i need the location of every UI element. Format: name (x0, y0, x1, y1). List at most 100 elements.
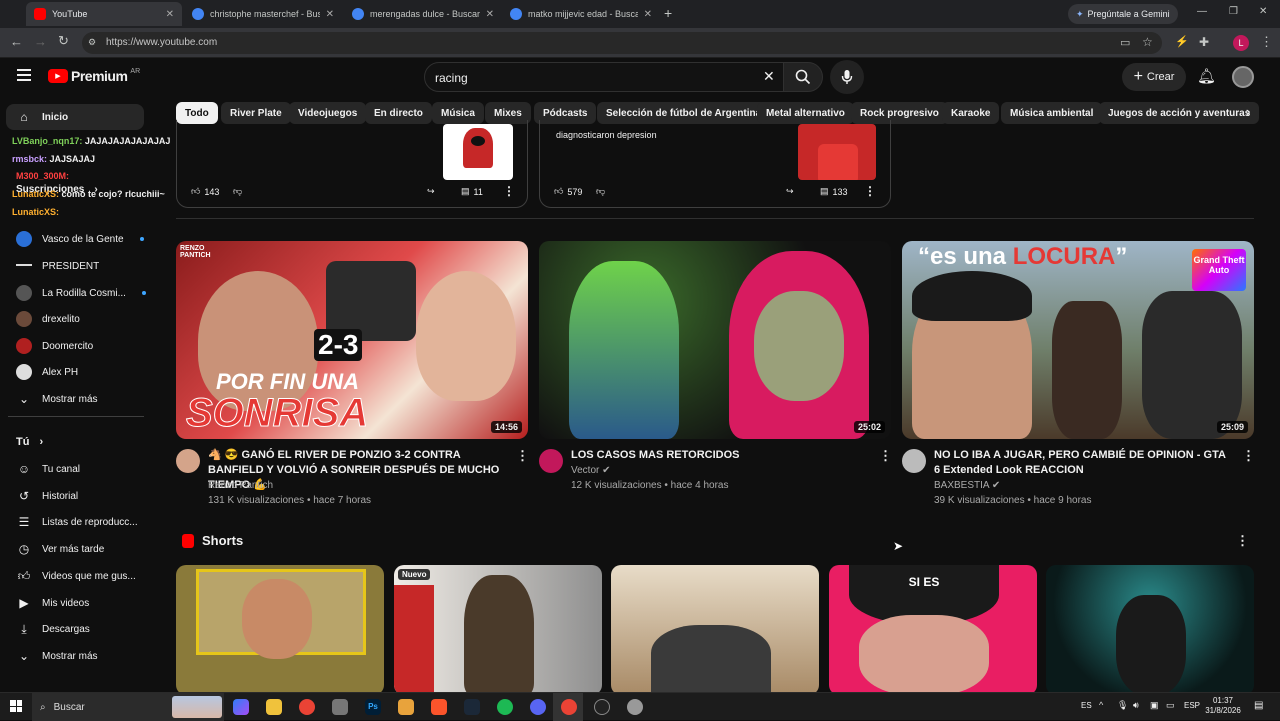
notifications-bell-icon[interactable]: 🔔︎ (1197, 67, 1216, 85)
tab-search-3[interactable]: matko mijjevic edad - Buscar c ✕ (502, 2, 660, 26)
gemini-button[interactable]: ✦ Pregúntale a Gemini (1068, 4, 1178, 24)
sidebar-item-your-channel[interactable]: ☺ Tu canal (16, 459, 80, 479)
sidebar-item-downloads[interactable]: ⤓ Descargas (16, 619, 89, 639)
dislike-button[interactable]: 👎︎ (596, 186, 605, 197)
chip-karaoke[interactable]: Karaoke (942, 102, 1000, 124)
sidebar-show-more-you[interactable]: ⌄ Mostrar más (16, 646, 98, 666)
file-explorer-icon[interactable] (266, 699, 282, 715)
like-button[interactable]: 👍︎ 143 (191, 186, 219, 197)
close-tab-icon[interactable]: ✕ (326, 9, 334, 20)
video-title[interactable]: LOS CASOS MAS RETORCIDOS (571, 448, 867, 463)
browser-menu-icon[interactable]: ⋮ (1260, 34, 1273, 50)
sidebar-item-alex-ph[interactable]: Alex PH (16, 362, 78, 382)
sidebar-show-more-subs[interactable]: ⌄ Mostrar más (16, 389, 98, 409)
sidebar-you-header[interactable]: Tú › (16, 432, 43, 452)
guide-menu-icon[interactable] (17, 69, 31, 81)
chip-musica-ambiental[interactable]: Música ambiental (1001, 102, 1103, 124)
video-channel-row[interactable]: BAXBESTIA ✔ (934, 478, 1000, 493)
channel-avatar[interactable] (539, 449, 563, 473)
video-thumbnail[interactable]: 25:02 (539, 241, 891, 439)
tab-youtube[interactable]: YouTube ✕ (26, 2, 182, 26)
sidebar-item-playlists[interactable]: ☰ Listas de reproducc... (16, 512, 138, 532)
video-thumbnail[interactable]: “es una LOCURA” Grand Theft Auto 25:09 (902, 241, 1254, 439)
extensions-puzzle-icon[interactable]: ✚ (1199, 35, 1209, 49)
discord-icon[interactable] (530, 699, 546, 715)
youtube-logo[interactable]: ▶ Premium AR (48, 68, 140, 84)
obs-icon[interactable] (594, 699, 610, 715)
app-icon[interactable] (627, 699, 643, 715)
video-channel-row[interactable]: Vector ✔ (571, 463, 611, 478)
windows-start-icon[interactable] (10, 700, 22, 712)
video-menu-icon[interactable]: ⋮ (879, 448, 892, 464)
app-icon[interactable] (398, 699, 414, 715)
voice-search-button[interactable] (830, 60, 864, 94)
share-button[interactable]: ↪ (786, 186, 794, 197)
create-button[interactable]: + Crear (1122, 63, 1186, 91)
community-post[interactable]: diagnosticaron depresion 👍︎ 579 👎︎ ↪ ▤ 133… (539, 120, 891, 208)
cast-icon[interactable]: ▭ (1120, 36, 1130, 49)
close-window-icon[interactable]: ✕ (1259, 6, 1267, 17)
tray-chevron-icon[interactable]: ^ (1099, 700, 1103, 710)
network-icon[interactable]: ▣ (1150, 700, 1159, 711)
short-thumbnail[interactable]: Nuevo (394, 565, 602, 692)
channel-avatar[interactable] (902, 449, 926, 473)
like-button[interactable]: 👍︎ 579 (554, 186, 582, 197)
chrome-icon[interactable] (299, 699, 315, 715)
video-thumbnail[interactable]: RENZO PANTICH 2-3 POR FIN UNA SONRISA 14… (176, 241, 528, 439)
restore-icon[interactable]: ❐ (1229, 6, 1238, 17)
close-tab-icon[interactable]: ✕ (166, 9, 174, 20)
copilot-icon[interactable] (233, 699, 249, 715)
comments-button[interactable]: ▤ 11 (461, 186, 483, 197)
video-menu-icon[interactable]: ⋮ (516, 448, 529, 464)
keyboard-layout[interactable]: ESP (1184, 701, 1200, 710)
back-icon[interactable]: ← (10, 34, 23, 49)
site-info-icon[interactable]: ⚙ (88, 37, 96, 48)
short-thumbnail[interactable]: SI ES (829, 565, 1037, 692)
short-thumbnail[interactable] (176, 565, 384, 692)
clear-search-icon[interactable]: ✕ (763, 68, 775, 85)
reload-icon[interactable]: ↻ (58, 33, 69, 49)
account-avatar[interactable] (1232, 66, 1254, 88)
short-thumbnail[interactable] (1046, 565, 1254, 692)
bookmark-star-icon[interactable]: ☆ (1142, 35, 1153, 49)
app-icon[interactable] (332, 699, 348, 715)
sidebar-item-president[interactable]: PRESIDENT (16, 256, 99, 276)
chrome-active-icon[interactable] (561, 699, 577, 715)
forward-icon[interactable]: → (34, 34, 47, 49)
video-title[interactable]: NO LO IBA A JUGAR, PERO CAMBIÉ DE OPINIO… (934, 448, 1230, 478)
sidebar-item-vasco-de-la-gente[interactable]: Vasco de la Gente (16, 229, 144, 249)
notifications-icon[interactable]: ▤ (1254, 700, 1263, 711)
sidebar-item-my-videos[interactable]: ▶ Mis videos (16, 593, 89, 613)
sidebar-item-liked-videos[interactable]: 👍︎ Videos que me gus... (16, 566, 136, 586)
comments-button[interactable]: ▤ 133 (820, 186, 848, 197)
video-channel[interactable]: Renzo Pantich (208, 478, 273, 493)
sidebar-item-drexelito[interactable]: drexelito (16, 309, 80, 329)
new-tab-icon[interactable]: + (664, 5, 672, 21)
channel-avatar[interactable] (176, 449, 200, 473)
post-menu-icon[interactable]: ⋮ (503, 184, 515, 198)
dislike-button[interactable]: 👎︎ (233, 186, 242, 197)
chips-next-icon[interactable]: › (1246, 104, 1250, 119)
steam-icon[interactable] (464, 699, 480, 715)
volume-icon[interactable]: 🔊︎ (1133, 700, 1139, 711)
battery-icon[interactable]: ▭ (1166, 700, 1175, 711)
chip-juegos-accion[interactable]: Juegos de acción y aventuras (1099, 102, 1260, 124)
short-thumbnail[interactable] (611, 565, 819, 692)
share-button[interactable]: ↪ (427, 186, 435, 197)
post-menu-icon[interactable]: ⋮ (864, 184, 876, 198)
clock[interactable]: 01:37 31/8/2026 (1204, 696, 1242, 716)
sidebar-item-watch-later[interactable]: ◷ Ver más tarde (16, 539, 105, 559)
extension-icon[interactable]: ⚡ (1175, 35, 1189, 48)
microphone-icon[interactable]: 🎙︎ (1117, 700, 1128, 711)
spotify-icon[interactable] (497, 699, 513, 715)
shorts-menu-icon[interactable]: ⋮ (1236, 533, 1249, 549)
video-menu-icon[interactable]: ⋮ (1242, 448, 1255, 464)
tab-search-2[interactable]: merengadas dulce - Buscar con ✕ (344, 2, 502, 26)
photoshop-icon[interactable]: Ps (365, 699, 381, 715)
language-indicator[interactable]: ES (1081, 701, 1092, 710)
sidebar-item-doomercito[interactable]: Doomercito (16, 336, 93, 356)
community-post[interactable]: 👍︎ 143 👎︎ ↪ ▤ 11 ⋮ (176, 120, 528, 208)
close-tab-icon[interactable]: ✕ (486, 9, 494, 20)
profile-avatar[interactable]: L (1233, 35, 1249, 51)
minimize-icon[interactable]: — (1197, 6, 1207, 17)
